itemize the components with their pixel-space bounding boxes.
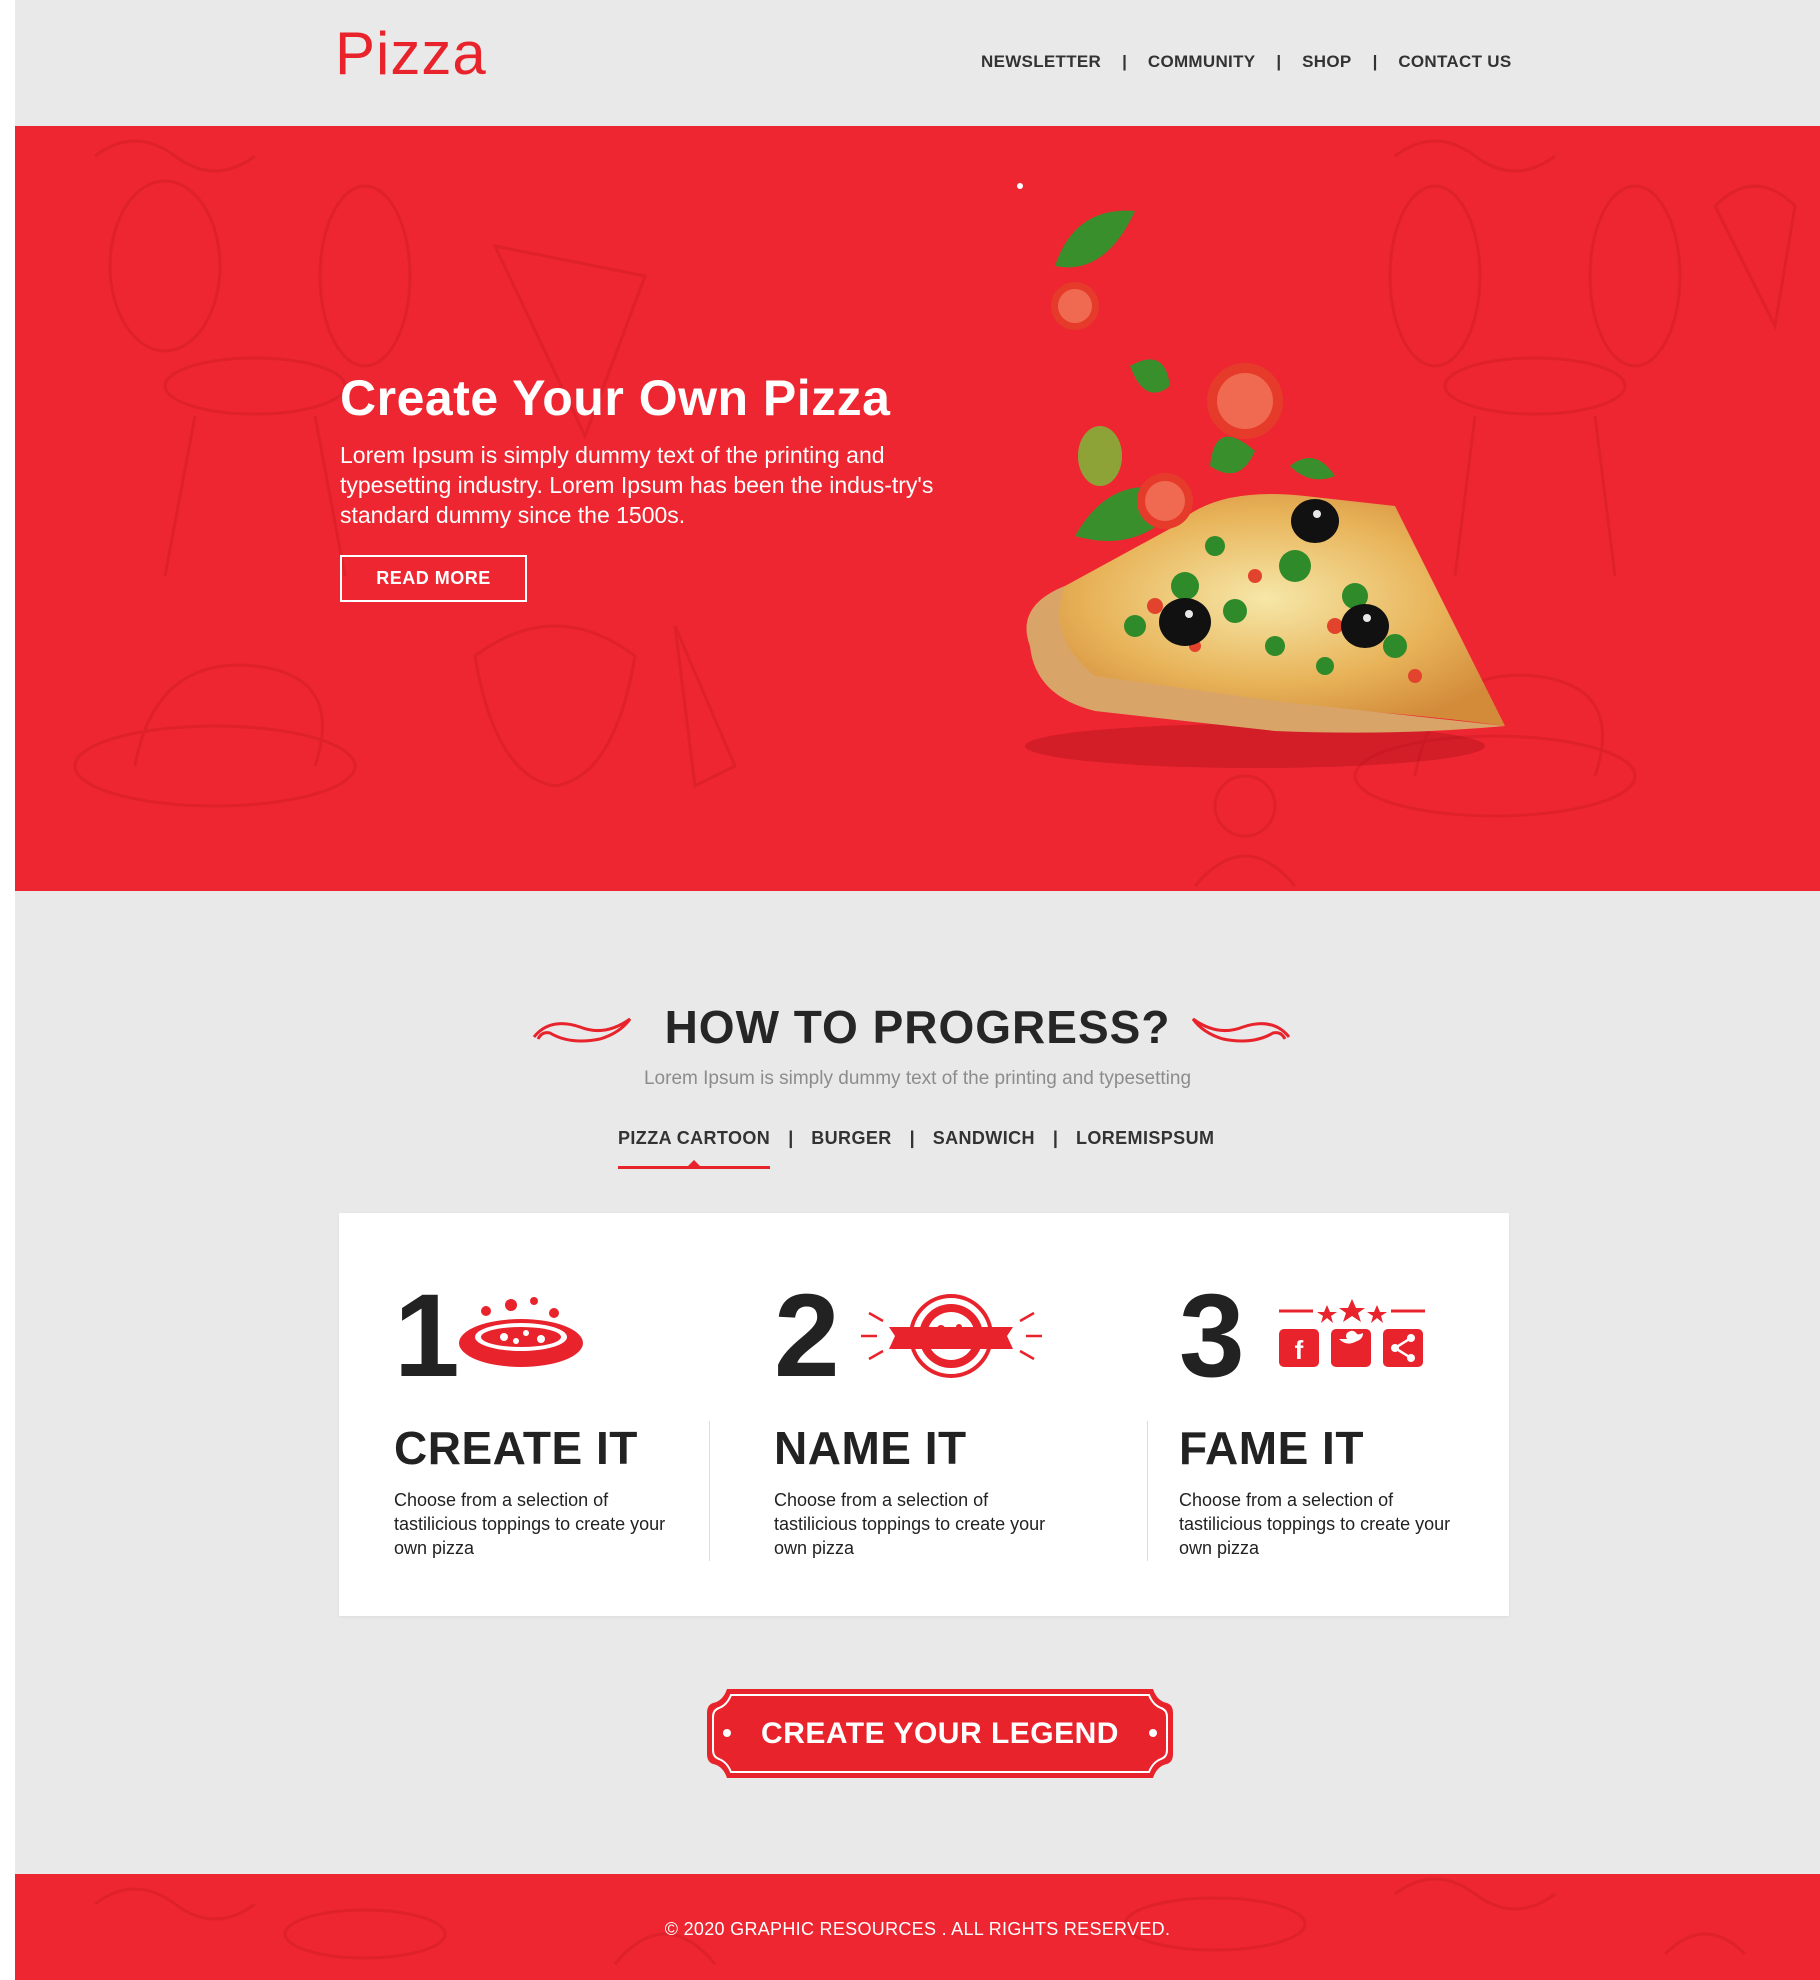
step-divider [1147,1421,1148,1561]
step-fame-it: 3 f FAME IT Choose from a selection of t… [1179,1213,1479,1616]
page: Pizza NEWSLETTER | COMMUNITY | SHOP | CO… [15,0,1820,1980]
step-number: 2 [774,1270,840,1402]
step-description: Choose from a selection of tastilicious … [1179,1490,1451,1558]
cta-label: CREATE YOUR LEGEND [761,1717,1119,1750]
step-number: 3 [1179,1270,1245,1402]
tab-separator: | [788,1128,794,1148]
pizza-badge-icon [861,1294,1042,1378]
main-nav: NEWSLETTER | COMMUNITY | SHOP | CONTACT … [981,52,1512,72]
steps-card: 1 CREATE IT Choose from a selection of t… [339,1213,1509,1616]
step-number: 1 [394,1270,460,1402]
tab-separator: | [1052,1128,1058,1148]
step-title: FAME IT [1179,1422,1364,1474]
social-share-icon: f [1279,1299,1425,1367]
tab-separator: | [909,1128,915,1148]
hero-title: Create Your Own Pizza [340,370,891,426]
nav-shop[interactable]: SHOP [1302,52,1351,72]
section-title: HOW TO PROGRESS? [664,1001,1171,1053]
nav-newsletter[interactable]: NEWSLETTER [981,52,1101,72]
nav-contact-us[interactable]: CONTACT US [1398,52,1511,72]
tab-pizza-cartoon[interactable]: PIZZA CARTOON [618,1128,771,1169]
hero-description: Lorem Ipsum is simply dummy text of the … [340,442,934,528]
create-your-legend-button[interactable]: CREATE YOUR LEGEND [705,1687,1175,1780]
copyright-text: © 2020 GRAPHIC RESOURCES . ALL RIGHTS RE… [664,1919,1171,1939]
site-header: Pizza NEWSLETTER | COMMUNITY | SHOP | CO… [15,0,1820,126]
nav-separator: | [1372,52,1378,71]
category-tabs: PIZZA CARTOON | BURGER | SANDWICH | LORE… [618,1128,1214,1169]
step-create-it: 1 CREATE IT Choose from a selection of t… [394,1213,724,1616]
tab-sandwich[interactable]: SANDWICH [933,1128,1035,1149]
step-name-it: 2 NAME IT Choose from a selection of tas… [774,1213,1134,1616]
nav-community[interactable]: COMMUNITY [1148,52,1256,72]
section-subtitle: Lorem Ipsum is simply dummy text of the … [643,1068,1192,1089]
swash-right-icon [1191,1017,1291,1043]
pizza-icon [459,1297,583,1367]
step-divider [709,1421,710,1561]
step-title: NAME IT [774,1422,967,1474]
step-description: Choose from a selection of tastilicious … [394,1490,666,1558]
pizza-slice-image [1017,183,1505,768]
step-description: Choose from a selection of tastilicious … [774,1490,1046,1558]
read-more-button[interactable]: READ MORE [340,555,527,602]
nav-separator: | [1276,52,1282,71]
hero-banner: Create Your Own Pizza Lorem Ipsum is sim… [15,126,1820,891]
step-title: CREATE IT [394,1422,638,1474]
nav-separator: | [1122,52,1127,71]
tab-burger[interactable]: BURGER [811,1128,891,1149]
svg-text:f: f [1295,1335,1304,1365]
logo[interactable]: Pizza [335,24,487,84]
tab-loremispsum[interactable]: LOREMISPSUM [1076,1128,1214,1149]
site-footer: © 2020 GRAPHIC RESOURCES . ALL RIGHTS RE… [15,1874,1820,1980]
